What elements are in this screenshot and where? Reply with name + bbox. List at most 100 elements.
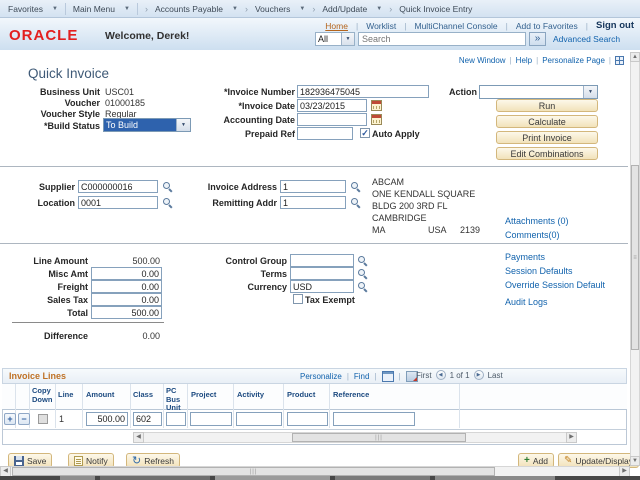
search-go-button[interactable]: » [529, 32, 546, 46]
row-reference-input[interactable] [333, 412, 415, 426]
terms-lookup-icon[interactable] [357, 268, 368, 279]
personalize-link[interactable]: Personalize [300, 372, 342, 381]
worklist-link[interactable]: Worklist [366, 21, 396, 31]
add-row-button[interactable]: + [4, 413, 16, 425]
accounting-date-label: Accounting Date [175, 115, 295, 125]
copy-down-checkbox[interactable] [38, 414, 48, 424]
address-line: ONE KENDALL SQUARE [372, 189, 475, 199]
invoice-address-input[interactable] [280, 180, 346, 193]
breadcrumb-add-update[interactable]: Add/Update [322, 4, 367, 14]
currency-lookup-icon[interactable] [357, 281, 368, 292]
add-to-favorites-link[interactable]: Add to Favorites [516, 21, 578, 31]
terms-input[interactable] [290, 267, 354, 280]
breadcrumb-accounts-payable[interactable]: Accounts Payable [155, 4, 223, 14]
row-project-input[interactable] [190, 412, 232, 426]
control-group-lookup-icon[interactable] [357, 255, 368, 266]
control-group-input[interactable] [290, 254, 354, 267]
scroll-up-icon[interactable]: ▲ [630, 52, 640, 62]
remitting-addr-input[interactable] [280, 196, 346, 209]
new-window-link[interactable]: New Window [459, 56, 506, 65]
search-scope-select[interactable]: All ▼ [315, 32, 355, 46]
override-session-default-link[interactable]: Override Session Default [505, 280, 605, 290]
oracle-logo: ORACLE [9, 27, 78, 44]
row-product-input[interactable] [287, 412, 328, 426]
row-position: 1 of 1 [450, 371, 470, 380]
print-invoice-button[interactable]: Print Invoice [496, 131, 598, 144]
calendar-icon[interactable] [371, 114, 382, 125]
scroll-down-icon[interactable]: ▼ [630, 456, 640, 466]
column-header-activity: Activity [237, 391, 264, 400]
scroll-left-icon[interactable]: ◀ [133, 432, 144, 443]
row-pc-bus-unit-input[interactable] [166, 412, 186, 426]
next-row-icon[interactable]: ▶ [474, 370, 484, 380]
chevron-down-icon: ▼ [376, 6, 382, 12]
help-link[interactable]: Help [516, 56, 532, 65]
scroll-right-icon[interactable]: ▶ [566, 432, 577, 443]
remitting-addr-lookup-icon[interactable] [350, 197, 361, 208]
supplier-input[interactable] [78, 180, 158, 193]
delete-row-button[interactable]: − [18, 413, 30, 425]
breadcrumb-vouchers[interactable]: Vouchers [255, 4, 290, 14]
session-defaults-link[interactable]: Session Defaults [505, 266, 573, 276]
difference-value: 0.00 [95, 331, 160, 341]
payments-link[interactable]: Payments [505, 252, 545, 262]
page-scrollbar-thumb[interactable]: ||| [12, 467, 495, 476]
attachments-link[interactable]: Attachments (0) [505, 216, 569, 226]
accounting-date-input[interactable] [297, 113, 367, 126]
column-header-product: Product [287, 391, 315, 400]
run-button[interactable]: Run [496, 99, 598, 112]
previous-row-icon[interactable]: ◀ [436, 370, 446, 380]
freight-input[interactable] [91, 280, 162, 293]
comments-link[interactable]: Comments(0) [505, 230, 560, 240]
home-link[interactable]: Home [325, 21, 348, 31]
location-input[interactable] [78, 196, 158, 209]
tax-exempt-checkbox[interactable] [293, 294, 303, 304]
calendar-icon[interactable] [371, 100, 382, 111]
invoice-number-input[interactable] [297, 85, 429, 98]
grid-scrollbar-thumb[interactable]: ||| [292, 433, 466, 442]
total-input[interactable] [91, 306, 162, 319]
find-link[interactable]: Find [354, 372, 370, 381]
row-amount-input[interactable] [86, 412, 128, 426]
calculate-button[interactable]: Calculate [496, 115, 598, 128]
view-all-popup-icon[interactable] [382, 371, 394, 382]
personalize-page-link[interactable]: Personalize Page [542, 56, 605, 65]
advanced-search-link[interactable]: Advanced Search [553, 34, 620, 44]
misc-amt-input[interactable] [91, 267, 162, 280]
invoice-number-label: *Invoice Number [175, 87, 295, 97]
first-label: First [416, 371, 432, 380]
search-input[interactable] [358, 32, 526, 46]
divider: | [399, 372, 401, 381]
row-activity-input[interactable] [236, 412, 282, 426]
vertical-scrollbar-thumb[interactable]: ≡ [631, 165, 639, 350]
sign-out-link[interactable]: Sign out [596, 20, 634, 31]
location-lookup-icon[interactable] [162, 197, 173, 208]
breadcrumb-favorites[interactable]: Favorites [8, 4, 43, 14]
breadcrumb-main-menu[interactable]: Main Menu [73, 4, 115, 14]
multichannel-console-link[interactable]: MultiChannel Console [415, 21, 498, 31]
supplier-lookup-icon[interactable] [162, 181, 173, 192]
invoice-address-lookup-icon[interactable] [350, 181, 361, 192]
action-select[interactable]: ▼ [479, 85, 598, 99]
divider: | [506, 21, 508, 31]
invoice-date-input[interactable] [297, 99, 367, 112]
chevron-down-icon: ▼ [341, 33, 354, 45]
row-class-input[interactable] [133, 412, 162, 426]
prepaid-ref-input[interactable] [297, 127, 353, 140]
sales-tax-input[interactable] [91, 293, 162, 306]
breadcrumb-separator-icon: › [312, 4, 315, 14]
divider [65, 3, 66, 15]
personalize-layout-icon[interactable] [615, 56, 624, 65]
currency-label: Currency [200, 282, 287, 292]
edit-combinations-button[interactable]: Edit Combinations [496, 147, 598, 160]
auto-apply-checkbox[interactable] [360, 128, 370, 138]
save-disk-icon [14, 456, 24, 466]
address-country: USA [428, 225, 447, 235]
audit-logs-link[interactable]: Audit Logs [505, 297, 548, 307]
update-display-label: Update/Display [575, 456, 633, 466]
breadcrumb-separator-icon: › [245, 4, 248, 14]
total-label: Total [0, 308, 88, 318]
invoice-date-label: *Invoice Date [175, 101, 295, 111]
currency-input[interactable] [290, 280, 354, 293]
column-header-class: Class [133, 391, 153, 400]
